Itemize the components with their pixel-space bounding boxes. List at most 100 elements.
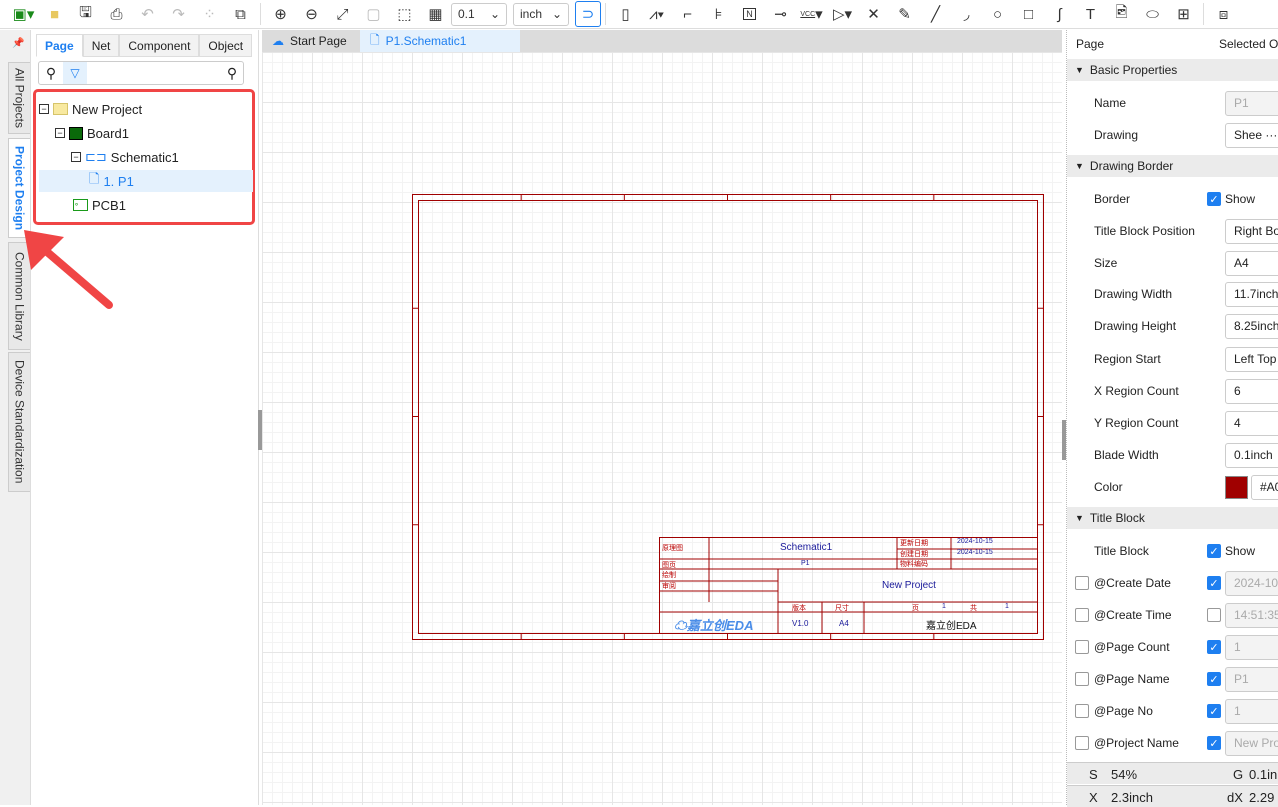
text-icon[interactable]: T — [1075, 1, 1106, 27]
table-icon[interactable]: ⊞ — [1168, 1, 1199, 27]
title-block-show-checkbox[interactable]: ✓ Show — [1207, 544, 1255, 558]
property-value-input[interactable]: 14:51:35 — [1225, 602, 1278, 628]
arc-icon[interactable]: ◞ — [951, 1, 982, 27]
undo-icon[interactable]: ↶ — [132, 1, 163, 27]
fit-icon[interactable]: ⤢ — [327, 1, 358, 27]
zoom-out-icon[interactable]: ⊖ — [296, 1, 327, 27]
snap-toggle-icon[interactable]: ⊃ — [575, 1, 601, 27]
circle-icon[interactable]: ○ — [982, 1, 1013, 27]
bus-icon[interactable]: ⊧ — [703, 1, 734, 27]
zoom-area-icon[interactable]: ⬚ — [389, 1, 420, 27]
property-value-input[interactable]: Left Top — [1225, 346, 1278, 372]
field-enable-checkbox[interactable] — [1075, 608, 1089, 622]
netlist-icon[interactable]: ⧈ — [1208, 1, 1239, 27]
tree-item-p1[interactable]: 🗋 1. P1 — [39, 170, 253, 192]
bezier-icon[interactable]: ∫ — [1044, 1, 1075, 27]
new-project-icon[interactable]: ▣▾ — [8, 1, 39, 27]
property-label: X Region Count — [1094, 384, 1179, 398]
align-icon[interactable]: ⁘ — [194, 1, 225, 27]
basic-properties-header[interactable]: ▼ Basic Properties — [1067, 59, 1278, 81]
tree-item-new-project[interactable]: − New Project — [39, 98, 142, 120]
vtab-all-projects[interactable]: All Projects — [8, 62, 30, 134]
property-value-input[interactable]: Shee ··· — [1225, 122, 1278, 148]
field-visible-checkbox[interactable] — [1207, 608, 1221, 622]
property-value-input[interactable]: P1 — [1225, 90, 1278, 116]
title-block-header[interactable]: ▼ Title Block — [1067, 507, 1278, 529]
pen-icon[interactable]: ✎ — [889, 1, 920, 27]
property-value-input[interactable]: 8.25inch — [1225, 313, 1278, 339]
rectangle-icon[interactable]: □ — [1013, 1, 1044, 27]
unit-select[interactable]: inch ⌄ — [513, 2, 569, 26]
resistor-icon[interactable]: ⩘▾ — [641, 1, 672, 27]
open-folder-icon[interactable]: ■ — [39, 1, 70, 27]
component-icon[interactable]: ▯ — [610, 1, 641, 27]
property-value-input[interactable]: 1 — [1225, 634, 1278, 660]
grid-size-select[interactable]: 0.1 ⌄ — [451, 2, 507, 26]
vtab-device-standardization[interactable]: Device Standardization — [8, 352, 30, 492]
field-enable-checkbox[interactable] — [1075, 736, 1089, 750]
field-visible-checkbox[interactable]: ✓ — [1207, 576, 1221, 590]
net-label-icon[interactable]: N — [734, 1, 765, 27]
tab-component[interactable]: Component — [119, 34, 200, 57]
collapse-icon[interactable]: − — [71, 152, 81, 162]
search-icon[interactable]: ⚲ — [221, 65, 243, 82]
search-icon[interactable]: ⚲ — [39, 65, 63, 82]
field-enable-checkbox[interactable] — [1075, 672, 1089, 686]
image-icon[interactable]: 🖻 — [1106, 1, 1137, 27]
field-visible-checkbox[interactable]: ✓ — [1207, 640, 1221, 654]
zoom-in-icon[interactable]: ⊕ — [265, 1, 296, 27]
property-value-input[interactable]: P1 — [1225, 666, 1278, 692]
tab-page[interactable]: Page — [36, 34, 83, 57]
field-enable-checkbox[interactable] — [1075, 576, 1089, 590]
border-show-checkbox[interactable]: ✓ Show — [1207, 192, 1255, 206]
redo-icon[interactable]: ↷ — [163, 1, 194, 27]
save-icon[interactable]: 🖫 — [70, 1, 101, 27]
property-value-input[interactable]: A4 — [1225, 250, 1278, 276]
field-visible-checkbox[interactable]: ✓ — [1207, 672, 1221, 686]
color-swatch[interactable] — [1225, 475, 1248, 499]
property-value-input[interactable]: 4 — [1225, 410, 1278, 436]
tab-page-properties[interactable]: Page — [1076, 37, 1104, 51]
tab-net[interactable]: Net — [82, 34, 120, 57]
tree-item-pcb1[interactable]: ∘ PCB1 — [73, 194, 126, 216]
net-port-icon[interactable]: ▷▾ — [827, 1, 858, 27]
grid-icon[interactable]: ▦ — [420, 1, 451, 27]
property-value-input[interactable]: 1 — [1225, 698, 1278, 724]
label-page: 图页 — [662, 562, 676, 569]
junction-icon[interactable]: ⊸ — [765, 1, 796, 27]
tab-object[interactable]: Object — [199, 34, 253, 57]
field-enable-checkbox[interactable] — [1075, 704, 1089, 718]
vtab-project-design[interactable]: Project Design — [8, 138, 30, 238]
zoom-selection-icon[interactable]: ▢ — [358, 1, 389, 27]
property-value-input[interactable]: 11.7inch — [1225, 281, 1278, 307]
no-connect-icon[interactable]: ✕ — [858, 1, 889, 27]
find-icon[interactable]: ⧉ — [225, 1, 256, 27]
property-label: @Page Count — [1094, 640, 1170, 654]
collapse-icon[interactable]: − — [55, 128, 65, 138]
property-value-input[interactable]: New Pro — [1225, 730, 1278, 756]
tab-p1-schematic1[interactable]: 🗋 P1.Schematic1 — [360, 30, 520, 52]
field-visible-checkbox[interactable]: ✓ — [1207, 736, 1221, 750]
tree-item-board1[interactable]: − Board1 — [55, 122, 129, 144]
property-value-input[interactable]: 6 — [1225, 378, 1278, 404]
save-as-icon[interactable]: ⎙ — [101, 1, 132, 27]
field-visible-checkbox[interactable]: ✓ — [1207, 704, 1221, 718]
property-label: Color — [1094, 480, 1123, 494]
line-icon[interactable]: ╱ — [920, 1, 951, 27]
color-value-input[interactable]: #A0 — [1251, 474, 1278, 500]
ellipse-icon[interactable]: ⬭ — [1137, 1, 1168, 27]
collapse-icon[interactable]: − — [39, 104, 49, 114]
tab-selected-objects[interactable]: Selected O — [1219, 37, 1278, 51]
search-input[interactable] — [87, 63, 221, 83]
vcc-icon[interactable]: VCC ▾ — [796, 1, 827, 27]
property-value-input[interactable]: Right Bo — [1225, 218, 1278, 244]
wire-icon[interactable]: ⌐ — [672, 1, 703, 27]
pin-icon[interactable]: 📌 — [12, 38, 24, 49]
tab-start-page[interactable]: ☁ Start Page — [262, 30, 360, 52]
drawing-border-header[interactable]: ▼ Drawing Border — [1067, 155, 1278, 177]
property-value-input[interactable]: 2024-10 — [1225, 570, 1278, 596]
tree-item-schematic1[interactable]: − ⊏⊐ Schematic1 — [71, 146, 179, 168]
property-value-input[interactable]: 0.1inch — [1225, 442, 1278, 468]
filter-icon[interactable]: ▽ — [63, 62, 87, 84]
field-enable-checkbox[interactable] — [1075, 640, 1089, 654]
